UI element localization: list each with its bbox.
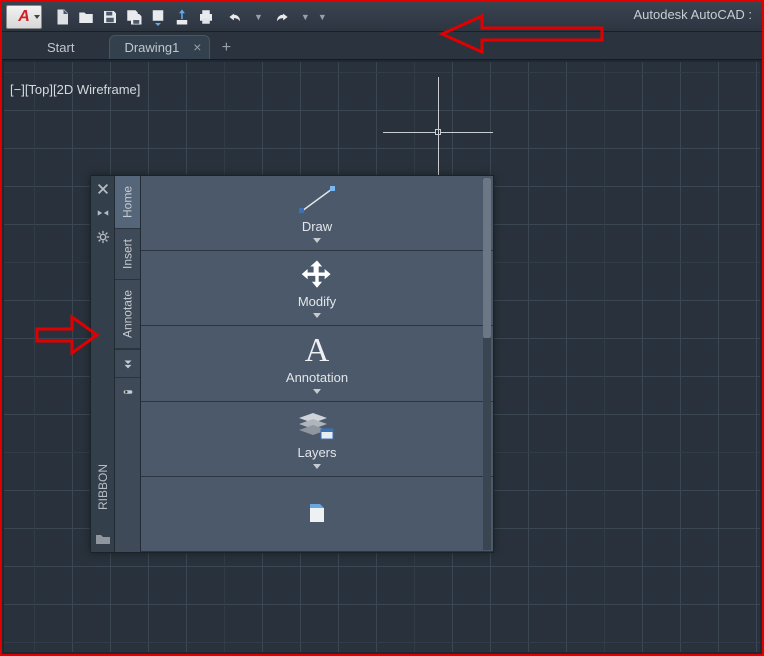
- block-icon: [302, 504, 332, 524]
- panel-expand-icon[interactable]: [313, 238, 321, 243]
- ribbon-tab-home[interactable]: Home: [115, 176, 140, 229]
- ribbon-tab-label: Annotate: [121, 290, 135, 338]
- cloud-save-button[interactable]: [172, 7, 192, 27]
- palette-properties-icon[interactable]: [95, 532, 111, 544]
- autocad-logo-icon: A: [18, 8, 30, 26]
- tab-start[interactable]: Start: [32, 35, 105, 59]
- palette-close-icon[interactable]: [96, 182, 110, 196]
- new-tab-button[interactable]: +: [214, 37, 238, 59]
- tab-label: Drawing1: [124, 40, 179, 55]
- scrollbar-thumb[interactable]: [483, 178, 491, 338]
- palette-title-bar[interactable]: RIBBON: [91, 176, 115, 552]
- move-tool-icon: [297, 258, 337, 292]
- redo-dropdown-icon[interactable]: ▼: [301, 12, 310, 22]
- chevron-down-icon: [34, 15, 40, 19]
- palette-settings-icon[interactable]: [96, 230, 110, 244]
- palette-title: RIBBON: [96, 464, 110, 510]
- layers-icon: [297, 409, 337, 443]
- panel-scrollbar[interactable]: [483, 178, 491, 550]
- ribbon-tab-more-2[interactable]: [115, 377, 140, 405]
- text-tool-icon: A: [305, 334, 330, 368]
- save-as-button[interactable]: [124, 7, 144, 27]
- panel-label: Draw: [302, 219, 332, 234]
- close-icon[interactable]: ×: [193, 40, 201, 54]
- panel-expand-icon[interactable]: [313, 464, 321, 469]
- ribbon-tab-strip: Home Insert Annotate: [115, 176, 141, 552]
- crosshair-cursor: [438, 132, 439, 133]
- ribbon-panel-draw[interactable]: Draw: [141, 176, 493, 251]
- application-menu-button[interactable]: A: [6, 5, 42, 29]
- panel-label: Annotation: [286, 370, 348, 385]
- window-title: Autodesk AutoCAD :: [633, 7, 752, 22]
- drawing-canvas[interactable]: [−][Top][2D Wireframe] RIBBON Home Inser…: [4, 62, 760, 652]
- ribbon-panels: Draw Modify A Annotation: [141, 176, 493, 552]
- panel-expand-icon[interactable]: [313, 313, 321, 318]
- undo-dropdown-icon[interactable]: ▼: [254, 12, 263, 22]
- cloud-open-button[interactable]: [148, 7, 168, 27]
- ribbon-panel-layers[interactable]: Layers: [141, 402, 493, 477]
- panel-expand-icon[interactable]: [313, 389, 321, 394]
- viewport-label[interactable]: [−][Top][2D Wireframe]: [10, 82, 140, 97]
- panel-label: Layers: [297, 445, 336, 460]
- ribbon-tab-annotate[interactable]: Annotate: [115, 280, 140, 349]
- line-tool-icon: [294, 183, 340, 217]
- undo-button[interactable]: [220, 7, 250, 27]
- new-file-button[interactable]: [52, 7, 72, 27]
- redo-button[interactable]: [267, 7, 297, 27]
- tab-drawing1[interactable]: Drawing1 ×: [109, 35, 210, 59]
- palette-dock-toggle-icon[interactable]: [96, 206, 110, 220]
- ribbon-tab-label: Insert: [121, 239, 135, 269]
- tab-label: Start: [47, 40, 74, 55]
- document-tabs: Start Drawing1 × +: [2, 32, 762, 60]
- ribbon-tab-insert[interactable]: Insert: [115, 229, 140, 280]
- panel-label: Modify: [298, 294, 336, 309]
- ribbon-panel-annotation[interactable]: A Annotation: [141, 326, 493, 401]
- ribbon-tab-more-1[interactable]: [115, 349, 140, 377]
- ribbon-panel-next[interactable]: [141, 477, 493, 552]
- ribbon-panel-modify[interactable]: Modify: [141, 251, 493, 326]
- open-file-button[interactable]: [76, 7, 96, 27]
- save-button[interactable]: [100, 7, 120, 27]
- qat-customize-dropdown-icon[interactable]: ▼: [318, 12, 327, 22]
- ribbon-palette: RIBBON Home Insert Annotate Draw: [90, 175, 494, 553]
- ribbon-tab-label: Home: [121, 186, 135, 218]
- plot-button[interactable]: [196, 7, 216, 27]
